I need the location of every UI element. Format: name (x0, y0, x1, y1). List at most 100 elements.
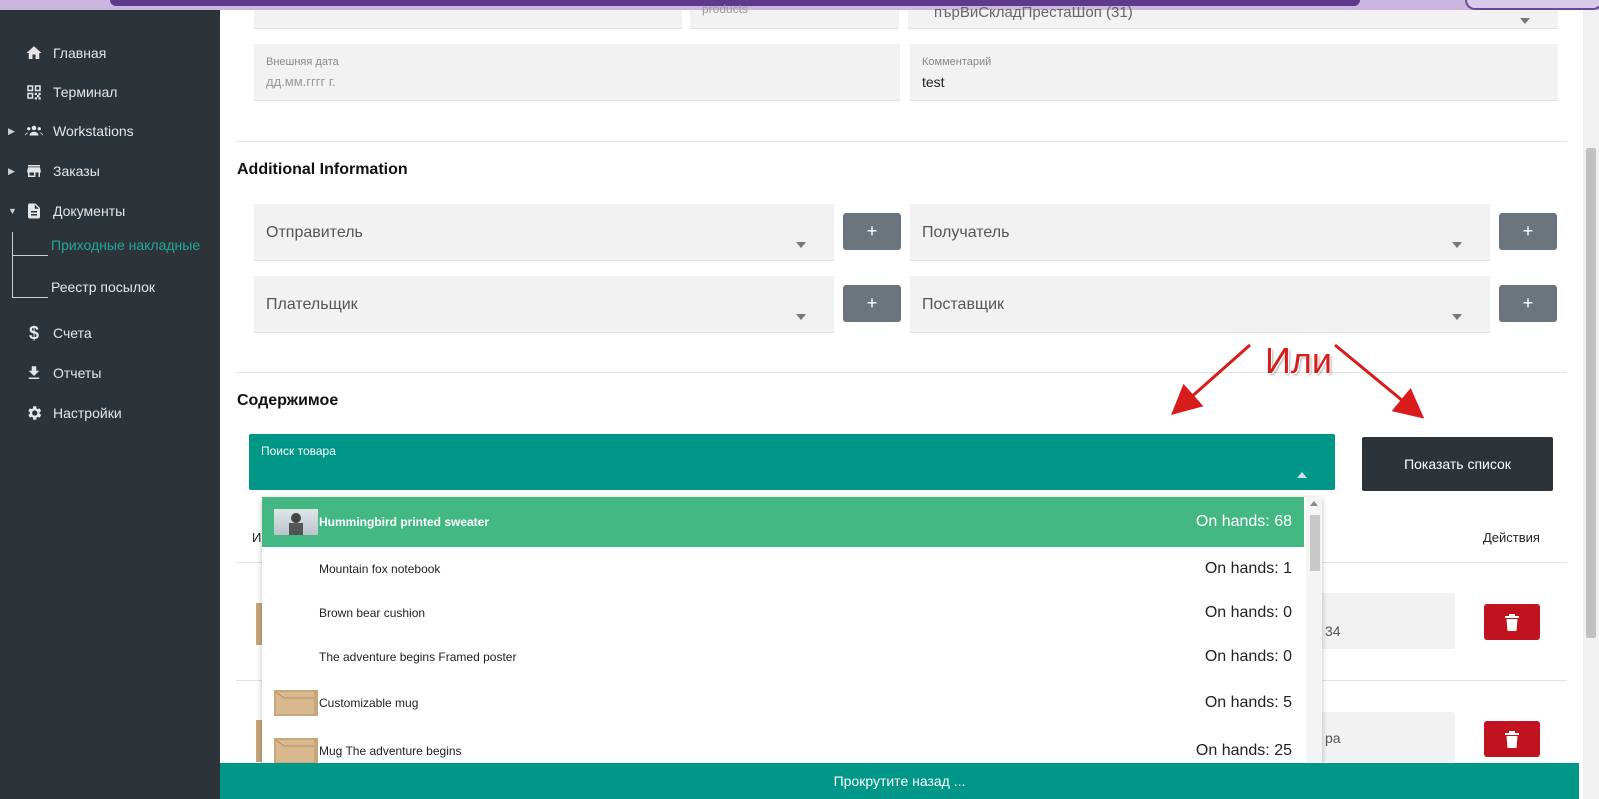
dropdown-item[interactable]: Brown bear cushion On hands: 0 (262, 591, 1304, 635)
sidebar-subitem-parcel-registry[interactable]: Реестр посылок (0, 272, 220, 302)
product-search-input[interactable]: Поиск товара (249, 434, 1335, 490)
sidebar: Главная Терминал ▶ Workstations ▶ Заказы… (0, 10, 220, 799)
caret-down-icon: ▼ (8, 206, 17, 216)
partial-field-left[interactable] (254, 10, 682, 29)
payer-label: Плательщик (266, 296, 358, 313)
caret-right-icon: ▶ (8, 165, 15, 176)
add-receiver-button[interactable]: + (1499, 213, 1557, 250)
sidebar-subitem-label: Приходные накладные (51, 237, 201, 253)
external-date-field[interactable]: Внешняя дата дд.мм.гггг г. (254, 44, 900, 101)
dropdown-arrow-icon (796, 314, 806, 320)
product-thumbnail (274, 509, 318, 535)
top-bar-right-pill (1465, 0, 1599, 10)
sidebar-item-label: Отчеты (53, 365, 102, 381)
sidebar-item-reports[interactable]: Отчеты (0, 355, 220, 391)
trash-icon (1505, 614, 1519, 631)
product-thumbnail (274, 738, 318, 764)
warehouse-select[interactable]: пърВиСкладПрестаШоп (31) (908, 4, 1558, 29)
external-date-label: Внешняя дата (266, 56, 339, 68)
dropdown-item[interactable]: Mountain fox notebook On hands: 1 (262, 547, 1304, 591)
dropdown-item-count: On hands: 0 (1204, 604, 1292, 621)
dropdown-item-name: The adventure begins Framed poster (319, 650, 517, 664)
dropdown-item-count: On hands: 68 (1195, 513, 1292, 530)
gear-icon (24, 403, 44, 423)
sidebar-item-home[interactable]: Главная (0, 35, 220, 71)
store-icon (24, 161, 44, 181)
page-scrollbar[interactable] (1583, 10, 1599, 799)
sidebar-item-label: Workstations (53, 123, 134, 139)
sidebar-item-terminal[interactable]: Терминал (0, 74, 220, 110)
scroll-up-icon[interactable] (1310, 501, 1318, 506)
comment-label: Комментарий (922, 56, 992, 68)
add-payer-button[interactable]: + (843, 285, 901, 322)
trash-icon (1505, 731, 1519, 748)
dropdown-arrow-icon (1520, 18, 1530, 24)
comment-value: test (922, 74, 945, 90)
external-date-placeholder: дд.мм.гггг г. (266, 74, 336, 89)
supplier-select[interactable]: Поставщик (910, 276, 1490, 333)
section-divider (236, 141, 1567, 142)
annotation-text: Или (1265, 340, 1332, 381)
qr-icon (24, 82, 44, 102)
caret-right-icon: ▶ (8, 125, 15, 136)
page-scrollbar-thumb[interactable] (1586, 148, 1596, 638)
additional-info-title: Additional Information (237, 161, 408, 178)
partial-field-label: products (702, 2, 749, 16)
table-cell-input[interactable]: ра (1315, 712, 1455, 762)
partial-field-products[interactable]: products (690, 2, 899, 29)
dropdown-arrow-icon (1452, 314, 1462, 320)
sidebar-item-orders[interactable]: ▶ Заказы (0, 153, 220, 189)
sidebar-item-workstations[interactable]: ▶ Workstations (0, 113, 220, 149)
table-cell-input[interactable]: 34 (1315, 593, 1455, 649)
sidebar-subitem-label: Реестр посылок (51, 279, 156, 295)
dropdown-item[interactable]: Hummingbird printed sweater On hands: 68 (262, 497, 1304, 547)
table-cell-value: 34 (1325, 623, 1341, 639)
column-header-actions: Действия (1483, 530, 1540, 545)
sidebar-subitem-incoming-invoices[interactable]: Приходные накладные (0, 230, 220, 260)
sender-select[interactable]: Отправитель (254, 204, 834, 261)
dropdown-scrollbar[interactable] (1306, 497, 1322, 775)
dropdown-item-count: On hands: 5 (1204, 694, 1292, 711)
supplier-label: Поставщик (922, 296, 1005, 313)
dropdown-item-count: On hands: 0 (1204, 648, 1292, 665)
warehouse-value: пърВиСкладПрестаШоп (31) (934, 4, 1133, 21)
payer-select[interactable]: Плательщик (254, 276, 834, 333)
comment-field[interactable]: Комментарий test (910, 44, 1558, 101)
receiver-label: Получатель (922, 224, 1010, 241)
add-supplier-button[interactable]: + (1499, 285, 1557, 322)
dropdown-item-name: Customizable mug (319, 696, 419, 710)
dropdown-item-name: Mountain fox notebook (319, 562, 441, 576)
sidebar-item-label: Главная (53, 45, 107, 61)
sidebar-item-label: Настройки (53, 405, 122, 421)
dropdown-item[interactable]: The adventure begins Framed poster On ha… (262, 635, 1304, 679)
sidebar-item-label: Терминал (53, 84, 118, 100)
product-thumbnail (274, 690, 318, 716)
dropdown-item-count: On hands: 25 (1195, 742, 1292, 759)
dropdown-arrow-icon (796, 242, 806, 248)
product-search-label: Поиск товара (261, 444, 336, 458)
delete-row-button[interactable] (1484, 604, 1540, 640)
sidebar-item-settings[interactable]: Настройки (0, 395, 220, 431)
product-dropdown-list[interactable]: Hummingbird printed sweater On hands: 68… (262, 497, 1322, 775)
scrollbar-thumb[interactable] (1310, 515, 1320, 571)
sidebar-item-invoices[interactable]: $ Счета (0, 315, 220, 351)
home-icon (24, 43, 44, 63)
sidebar-item-label: Документы (53, 203, 126, 219)
sidebar-item-label: Счета (53, 325, 92, 341)
contents-title: Содержимое (237, 392, 339, 409)
add-sender-button[interactable]: + (843, 213, 901, 250)
scroll-back-bar[interactable]: Прокрутите назад ... (220, 763, 1579, 799)
dropdown-item-name: Hummingbird printed sweater (319, 515, 490, 529)
delete-row-button[interactable] (1484, 721, 1540, 757)
download-icon (24, 363, 44, 383)
column-header-name: И (252, 530, 262, 545)
dropdown-item[interactable]: Customizable mug On hands: 5 (262, 679, 1304, 727)
document-icon (24, 201, 44, 221)
sender-label: Отправитель (266, 224, 363, 241)
dollar-icon: $ (28, 322, 39, 343)
receiver-select[interactable]: Получатель (910, 204, 1490, 261)
dropdown-item-count: On hands: 1 (1204, 560, 1292, 577)
sidebar-item-documents[interactable]: ▼ Документы (0, 193, 220, 229)
show-list-button[interactable]: Показать список (1362, 437, 1553, 491)
sidebar-item-label: Заказы (53, 163, 100, 179)
